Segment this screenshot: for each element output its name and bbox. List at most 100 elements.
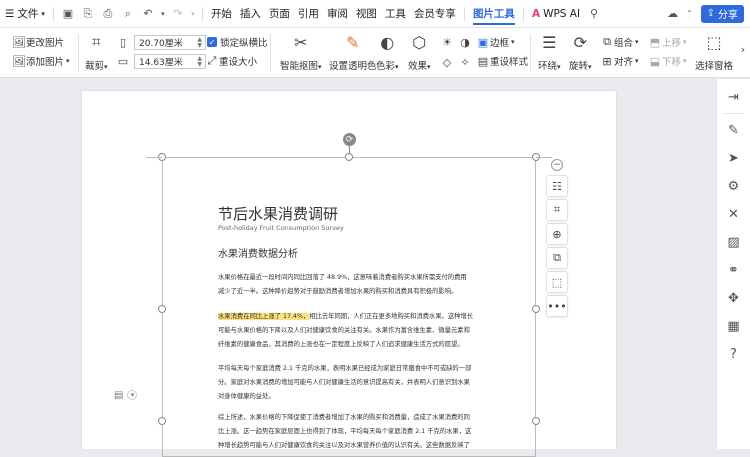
selection-pane-icon: ⬚ xyxy=(706,32,722,52)
print-preview-icon[interactable]: ⌕ xyxy=(118,0,138,28)
section-heading: 水果消费数据分析 xyxy=(218,249,298,260)
effects-button[interactable]: ⬡ 效果▾ xyxy=(408,32,431,73)
tab-picture-tools[interactable]: 图片工具 xyxy=(469,0,519,28)
divider xyxy=(463,6,465,21)
share-button[interactable]: ⇪ 分享 xyxy=(700,4,744,23)
para-line: 对身体健康的益处。 xyxy=(218,393,275,400)
guide-line xyxy=(536,157,552,158)
chevron-down-icon: ▾ xyxy=(127,390,138,400)
wrap-icon: ☰ xyxy=(542,32,557,52)
tab-view[interactable]: 视图 xyxy=(352,0,381,28)
group-button[interactable]: ⧉ 组合 ▾ xyxy=(600,35,638,49)
search-icon[interactable]: ⚲ xyxy=(584,0,604,28)
share-icon: ⇪ xyxy=(706,8,715,19)
smart-cutout-button[interactable]: ✂ 智能抠图▾ xyxy=(280,32,322,73)
checkbox-checked-icon: ✓ xyxy=(207,37,217,47)
chevron-down-icon: ▾ xyxy=(635,57,639,65)
copy-image-icon[interactable]: ⧉ xyxy=(546,247,568,269)
brightness-icon[interactable]: ☀ xyxy=(440,35,454,49)
templates-icon[interactable]: ▦ xyxy=(717,312,750,340)
contrast-icon[interactable]: ◑ xyxy=(458,35,472,49)
share-node-icon[interactable]: ⚭ xyxy=(717,256,750,284)
expand-panel-icon[interactable]: ⇥ xyxy=(717,83,750,111)
para-line: 纤维素的健康食品，其消费的上涨也在一定程度上反映了人们追求健康生活方式的愿望。 xyxy=(218,341,464,348)
menu-bar: ☰ 文件 ▾ ▣ ⎘ ⎙ ⌕ ↶ ▾ ↷ ▾ 开始 插入 页面 引用 审阅 视图 工… xyxy=(0,0,750,28)
resize-handle[interactable] xyxy=(532,417,540,425)
tab-home[interactable]: 开始 xyxy=(207,0,236,28)
border-icon: ▣ xyxy=(477,35,489,49)
reset-style-button[interactable]: ▤ 重设样式 xyxy=(476,54,528,69)
reset-size-icon: ⤢ xyxy=(207,54,217,67)
tab-insert[interactable]: 插入 xyxy=(236,0,265,28)
compress-icon[interactable]: ◇ xyxy=(440,55,454,69)
file-menu[interactable]: ☰ 文件 ▾ xyxy=(0,0,49,28)
lock-ratio-checkbox[interactable]: ✓ 锁定纵横比 xyxy=(207,35,268,49)
divider xyxy=(201,6,203,21)
add-image-button[interactable]: 🖼 添加图片 ▾ xyxy=(12,54,70,69)
adjust-icon[interactable]: ⚙ xyxy=(717,172,750,200)
redo-dropdown-icon[interactable]: ▾ xyxy=(188,0,198,28)
selection-pane-button[interactable]: ⬚ 选择窗格 xyxy=(694,32,734,73)
send-backward-button[interactable]: ⬓ 下移 ▾ xyxy=(648,54,687,69)
resize-handle[interactable] xyxy=(158,305,166,313)
reset-size-button[interactable]: ⤢ 重设大小 xyxy=(205,54,257,68)
border-button[interactable]: ▣ 边框 ▾ xyxy=(476,35,515,50)
more-icon[interactable]: ••• xyxy=(546,295,568,317)
collapse-icon[interactable]: ⌃ xyxy=(683,0,697,28)
bring-forward-button[interactable]: ⬒ 上移 ▾ xyxy=(648,35,687,50)
ocr-icon[interactable]: ⬚ xyxy=(546,271,568,293)
resize-handle[interactable] xyxy=(158,417,166,425)
stepper-icon[interactable]: ▲ ▼ xyxy=(197,56,202,68)
crop-icon: ⌗ xyxy=(91,32,101,51)
color-button[interactable]: ◐ 色彩▾ xyxy=(376,32,399,73)
tab-page[interactable]: 页面 xyxy=(265,0,294,28)
tab-member[interactable]: 会员专享 xyxy=(410,0,460,28)
collapse-toolbar-icon[interactable]: − xyxy=(551,159,563,171)
para-line: 水果价格在最近一段时间内同比回落了 48.9%，这意味着消费者购买水果所需支付的… xyxy=(218,274,467,281)
menu-icon: ☰ xyxy=(5,7,15,20)
edit-icon[interactable]: ✎ xyxy=(717,116,750,144)
undo-dropdown-icon[interactable]: ▾ xyxy=(158,0,168,28)
width-input[interactable]: 20.70厘米 ▲ ▼ xyxy=(134,35,206,50)
crop-tool-icon[interactable]: ⌗ xyxy=(546,199,568,221)
redo-icon[interactable]: ↷ xyxy=(168,0,188,28)
tab-review[interactable]: 审阅 xyxy=(323,0,352,28)
height-control: ▭ 14.63厘米 ▲ ▼ xyxy=(116,54,206,69)
resize-handle[interactable] xyxy=(345,153,353,161)
help-icon[interactable]: ? xyxy=(717,340,750,368)
wps-ai-tab[interactable]: A WPS AI xyxy=(528,0,584,28)
tools-icon[interactable]: ✕ xyxy=(717,200,750,228)
image-library-icon[interactable]: ▨ xyxy=(717,228,750,256)
height-input[interactable]: 14.63厘米 ▲ ▼ xyxy=(134,54,206,69)
plugin-icon[interactable]: ✥ xyxy=(717,284,750,312)
set-transparent-button[interactable]: ✎ 设置透明色 xyxy=(329,32,377,73)
cloud-sync-icon[interactable]: ☁ xyxy=(663,0,683,28)
para-line: 水果消费在同比上涨了 17.4%，相比去年同期，人们正在更多地购买和消费水果。这… xyxy=(218,313,473,320)
divider xyxy=(78,34,79,72)
wrap-button[interactable]: ☰ 环绕▾ xyxy=(538,32,561,73)
zoom-icon[interactable]: ⊕ xyxy=(546,223,568,245)
print-icon[interactable]: ⎙ xyxy=(98,0,118,28)
tab-tools[interactable]: 工具 xyxy=(381,0,410,28)
crop-button[interactable]: ⌗ 裁剪▾ xyxy=(85,32,108,72)
resize-handle[interactable] xyxy=(532,305,540,313)
ribbon-scroll-right-icon[interactable]: › xyxy=(736,42,750,56)
artistic-icon[interactable]: ✧ xyxy=(458,55,472,69)
guide-line xyxy=(146,157,162,158)
export-icon[interactable]: ⎘ xyxy=(78,0,98,28)
divider xyxy=(522,6,524,21)
chevron-down-icon: ▾ xyxy=(66,57,70,65)
rotate-button[interactable]: ⟳ 旋转▾ xyxy=(569,32,592,73)
rotate-handle-icon[interactable]: ⟳ xyxy=(343,133,356,146)
tab-references[interactable]: 引用 xyxy=(294,0,323,28)
smart-cutout-icon: ✂ xyxy=(294,32,308,52)
save-icon[interactable]: ▣ xyxy=(58,0,78,28)
undo-icon[interactable]: ↶ xyxy=(138,0,158,28)
divider xyxy=(270,34,271,72)
select-cursor-icon[interactable]: ➤ xyxy=(717,144,750,172)
stepper-icon[interactable]: ▲ ▼ xyxy=(197,37,202,49)
layout-options-icon[interactable]: ☷ xyxy=(546,175,568,197)
paragraph-layout-icon[interactable]: ▤ ▾ xyxy=(114,388,140,402)
align-button[interactable]: ⊞ 对齐 ▾ xyxy=(600,54,639,69)
change-image-button[interactable]: 🖼 更改图片 xyxy=(12,35,64,50)
